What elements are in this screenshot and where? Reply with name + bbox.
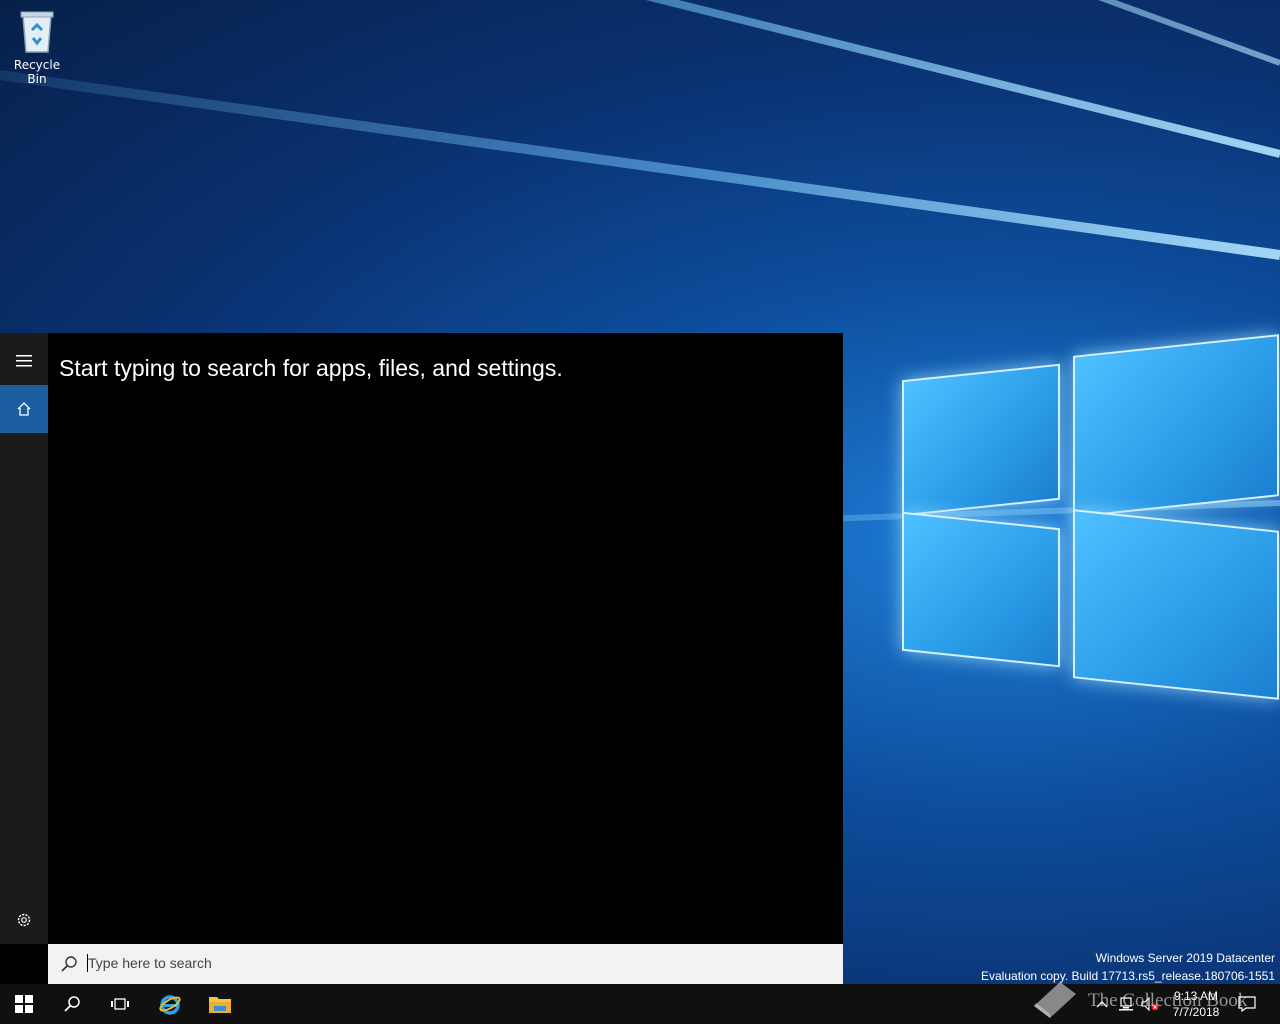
search-icon	[61, 956, 77, 972]
edition-watermark: Windows Server 2019 Datacenter	[1095, 951, 1275, 965]
file-explorer-icon	[209, 997, 231, 1013]
wallpaper-beam	[0, 0, 1280, 158]
gear-icon	[17, 913, 31, 927]
taskbar-search-button[interactable]	[48, 984, 96, 1024]
recycle-bin-icon	[17, 8, 57, 54]
search-input[interactable]: Type here to search	[88, 955, 212, 971]
start-search-panel: Start typing to search for apps, files, …	[0, 333, 843, 984]
start-button[interactable]	[0, 984, 48, 1024]
wallpaper-logo-pane	[902, 511, 1060, 668]
internet-explorer-button[interactable]	[146, 984, 194, 1024]
search-icon	[64, 996, 80, 1012]
wallpaper-logo-pane	[1073, 509, 1279, 700]
start-nav-rail	[0, 333, 48, 944]
task-view-button[interactable]	[96, 984, 144, 1024]
file-explorer-button[interactable]	[196, 984, 244, 1024]
overlay-watermark-text: The Collection Book	[1088, 990, 1248, 1011]
internet-explorer-icon	[159, 995, 181, 1015]
home-icon	[17, 402, 31, 416]
search-box[interactable]: Type here to search	[48, 944, 843, 984]
wallpaper-beam	[0, 0, 1280, 66]
desktop-icon-recycle-bin[interactable]: Recycle Bin	[4, 8, 70, 86]
windows-start-icon	[15, 995, 33, 1013]
hamburger-menu-button[interactable]	[0, 337, 48, 385]
wallpaper-logo-pane	[902, 363, 1060, 517]
task-view-icon	[111, 998, 129, 1010]
hamburger-menu-icon	[16, 355, 32, 367]
overlay-watermark-logo: The Collection Book	[1030, 976, 1247, 1024]
wallpaper-beam	[0, 44, 1280, 260]
desktop-icon-label: Recycle Bin	[13, 58, 61, 86]
settings-button[interactable]	[0, 896, 48, 944]
wallpaper-logo-pane	[1073, 334, 1279, 518]
search-hint-text: Start typing to search for apps, files, …	[59, 355, 563, 381]
book-icon	[1030, 976, 1080, 1024]
home-button[interactable]	[0, 385, 48, 433]
